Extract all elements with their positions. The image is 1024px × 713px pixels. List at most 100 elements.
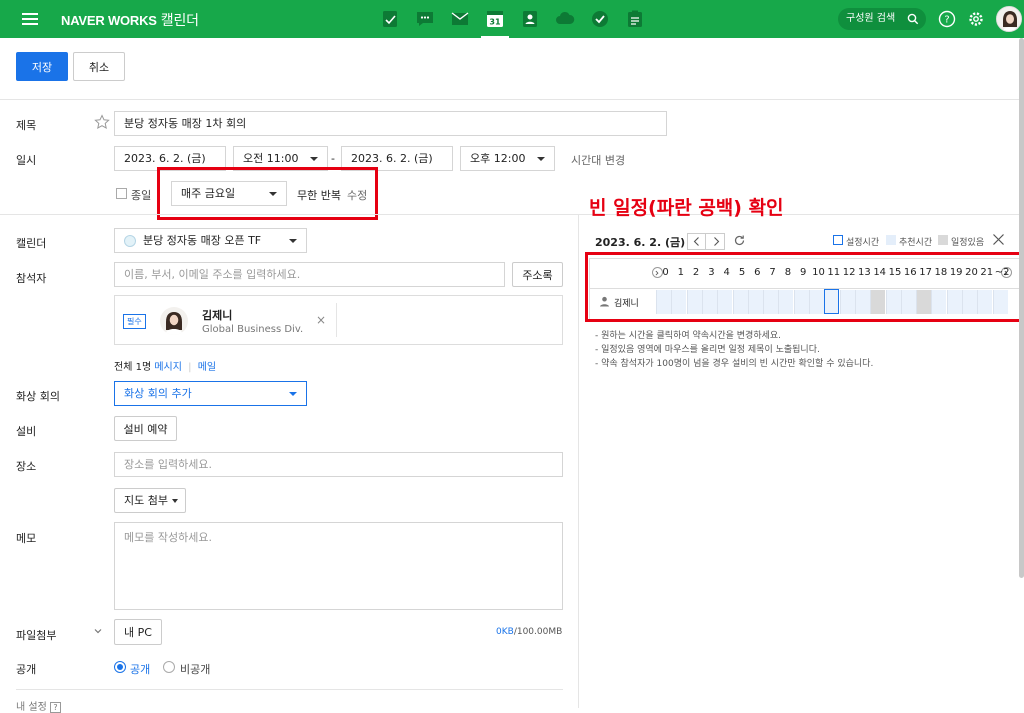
datetime-label: 일시: [16, 154, 37, 167]
page-scrollbar[interactable]: [1019, 38, 1024, 578]
refresh-icon[interactable]: [733, 234, 746, 247]
place-label: 장소: [16, 460, 37, 473]
section-divider: [16, 689, 563, 690]
title-input[interactable]: 분당 정자동 매장 1차 회의: [114, 111, 667, 136]
user-avatar[interactable]: [996, 6, 1022, 32]
settings-gear-icon[interactable]: [967, 10, 985, 28]
legend-recommend-label: 추천시간: [899, 238, 933, 248]
remove-attendee-icon[interactable]: ×: [316, 313, 326, 327]
annotation-box-freebusy: [585, 252, 1023, 322]
send-mail-link[interactable]: 메일: [198, 362, 216, 373]
timezone-change-link[interactable]: 시간대 변경: [571, 152, 625, 168]
chevron-down-icon: [310, 156, 318, 161]
place-input[interactable]: 장소를 입력하세요.: [114, 452, 563, 477]
drive-icon[interactable]: [554, 8, 576, 30]
task-icon[interactable]: [589, 8, 611, 30]
action-toolbar: 저장 취소: [0, 38, 1024, 100]
help-icon[interactable]: ?: [938, 10, 956, 28]
next-date-icon[interactable]: [707, 234, 725, 249]
annotation-text: 빈 일정(파란 공백) 확인: [589, 197, 784, 219]
attendee-card-divider: [336, 303, 337, 337]
attendee-input[interactable]: 이름, 부서, 이메일 주소를 입력하세요.: [114, 262, 505, 287]
svg-text:?: ?: [944, 15, 949, 26]
attendee-org: Global Business Div.: [202, 324, 304, 335]
legend-busy-label: 일정있음: [951, 238, 985, 248]
prev-date-icon[interactable]: [688, 234, 706, 249]
visibility-label: 공개: [16, 663, 37, 676]
note-icon[interactable]: [379, 8, 401, 30]
legend-set-label: 설정시간: [846, 238, 880, 248]
video-meeting-value: 화상 회의 추가: [124, 387, 192, 400]
send-message-link[interactable]: 메시지: [154, 362, 182, 373]
start-time-value: 오전 11:00: [243, 152, 299, 165]
attendee-total: 전체 1명: [114, 362, 152, 373]
calendar-color-dot: [124, 235, 136, 247]
freebusy-note: - 약속 참석자가 100명이 넘을 경우 설비의 빈 시간만 확인할 수 있습…: [595, 359, 874, 369]
chevron-down-icon: [289, 238, 297, 243]
attendee-label: 참석자: [16, 272, 47, 285]
close-icon[interactable]: [992, 233, 1005, 246]
calendar-value: 분당 정자동 매장 오픈 TF: [143, 234, 262, 247]
app-name: 캘린더: [160, 12, 199, 28]
form-icon[interactable]: [624, 8, 646, 30]
caret-down-icon: [172, 499, 178, 503]
file-size-total: /100.00MB: [513, 627, 563, 637]
legend-recommend-swatch: [886, 235, 896, 245]
title-label: 제목: [16, 119, 37, 132]
brand-name: NAVER WORKS: [61, 13, 157, 28]
menu-icon[interactable]: [22, 13, 38, 25]
allday-checkbox[interactable]: [116, 188, 127, 199]
cancel-button[interactable]: 취소: [73, 52, 125, 81]
member-search-label: 구성원 검색: [846, 13, 896, 24]
chevron-down-icon: [537, 156, 545, 161]
date-nav: [687, 233, 725, 250]
more-settings-toggle[interactable]: 내 설정 ?: [16, 698, 61, 713]
calendar-select[interactable]: 분당 정자동 매장 오픈 TF: [114, 228, 307, 253]
contacts-icon[interactable]: [519, 8, 541, 30]
my-pc-upload-button[interactable]: 내 PC: [114, 619, 162, 645]
legend-set-swatch: [833, 235, 843, 245]
map-attach-label: 지도 첨부: [124, 494, 168, 507]
chevron-down-icon: [289, 391, 297, 396]
freebusy-note: - 일정있음 영역에 마우스를 올리면 일정 제목이 노출됩니다.: [595, 345, 820, 355]
chevron-down-icon[interactable]: [93, 626, 103, 636]
required-badge[interactable]: 필수: [123, 314, 146, 329]
address-book-button[interactable]: 주소록: [512, 262, 563, 287]
attendee-card: 필수 김제니 Global Business Div. ×: [114, 295, 563, 345]
map-attach-button[interactable]: 지도 첨부: [114, 488, 186, 513]
equipment-label: 설비: [16, 425, 37, 438]
public-radio-label: 공개: [130, 663, 151, 676]
top-navigation-bar: NAVER WORKS 캘린더 31 구성원 검색 ?: [0, 0, 1024, 38]
star-icon[interactable]: [94, 114, 110, 130]
column-divider: [578, 214, 579, 708]
annotation-box-repeat: [157, 167, 378, 220]
file-size-used: 0KB: [496, 627, 514, 637]
attendee-avatar: [160, 307, 188, 335]
mail-icon[interactable]: [449, 8, 471, 30]
section-divider: [0, 214, 1019, 215]
app-logo[interactable]: NAVER WORKS 캘린더: [61, 10, 199, 30]
calendar-label: 캘린더: [16, 237, 47, 250]
video-meeting-select[interactable]: 화상 회의 추가: [114, 381, 307, 406]
allday-label: 종일: [131, 189, 152, 202]
private-radio-label: 비공개: [180, 663, 211, 676]
attendee-summary: 전체 1명 메시지 | 메일: [114, 358, 216, 373]
attendee-name: 김제니: [202, 309, 233, 322]
save-button[interactable]: 저장: [16, 52, 68, 81]
end-time-value: 오후 12:00: [470, 152, 526, 165]
memo-textarea[interactable]: 메모를 작성하세요.: [114, 522, 563, 610]
end-time-select[interactable]: 오후 12:00: [460, 146, 555, 171]
calendar-icon[interactable]: 31: [481, 8, 509, 38]
chat-icon[interactable]: [414, 8, 436, 30]
member-search-button[interactable]: 구성원 검색: [838, 8, 926, 30]
video-meeting-label: 화상 회의: [16, 390, 60, 403]
date-range-dash: -: [331, 152, 335, 165]
equipment-reserve-button[interactable]: 설비 예약: [114, 416, 177, 441]
public-radio[interactable]: [114, 661, 126, 673]
private-radio[interactable]: [163, 661, 175, 673]
freebusy-date: 2023. 6. 2. (금): [595, 236, 686, 249]
calendar-day-label: 31: [489, 18, 501, 27]
file-size-usage: 0KB/100.00MB: [496, 627, 562, 637]
search-icon: [907, 13, 919, 25]
summary-separator: |: [188, 362, 192, 373]
